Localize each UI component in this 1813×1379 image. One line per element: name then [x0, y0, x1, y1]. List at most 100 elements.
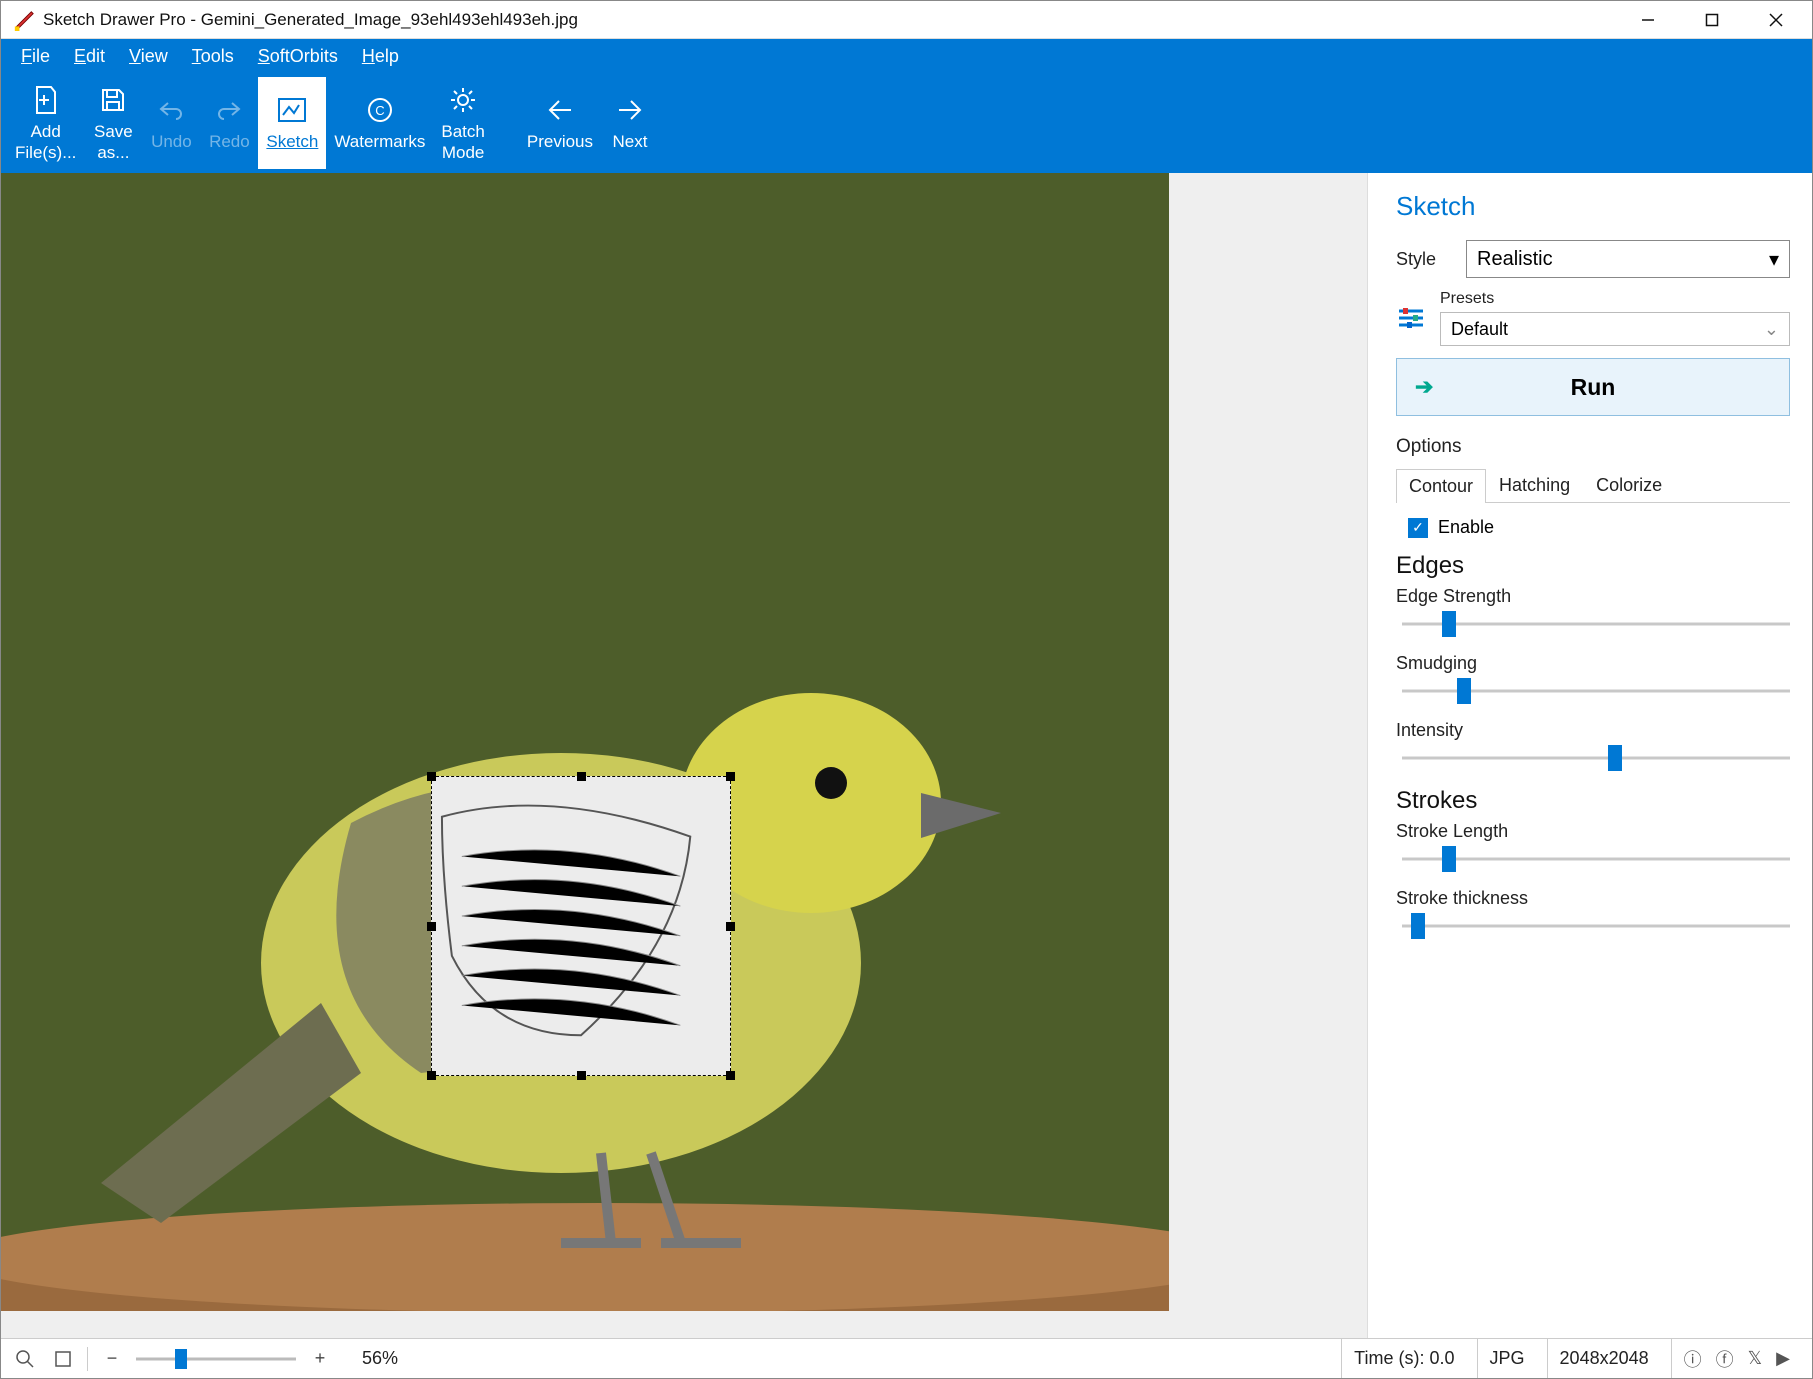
batch-mode-label: Batch Mode	[441, 121, 484, 164]
add-file-icon	[33, 83, 59, 117]
edges-title: Edges	[1396, 552, 1790, 580]
stroke-thickness-slider[interactable]	[1402, 915, 1790, 937]
stroke-length-slider[interactable]	[1402, 848, 1790, 870]
slider-thumb[interactable]	[175, 1349, 187, 1369]
previous-button[interactable]: Previous	[519, 77, 601, 169]
intensity-label: Intensity	[1396, 720, 1790, 741]
sketch-preview-selection[interactable]	[431, 776, 731, 1076]
undo-icon	[158, 93, 184, 127]
save-as-label: Save as...	[94, 121, 133, 164]
zoom-slider[interactable]	[136, 1349, 296, 1369]
slider-thumb[interactable]	[1457, 678, 1471, 704]
menu-help[interactable]: Help	[350, 42, 411, 71]
bird-image	[1, 173, 1169, 1311]
info-icon[interactable]: ⓘ	[1684, 1346, 1702, 1372]
stroke-length-label: Stroke Length	[1396, 821, 1790, 842]
format-cell: JPG	[1477, 1339, 1537, 1378]
slider-thumb[interactable]	[1608, 745, 1622, 771]
options-label: Options	[1396, 436, 1790, 458]
zoom-out-button[interactable]: −	[98, 1345, 126, 1373]
presets-value: Default	[1451, 319, 1508, 340]
slider-thumb[interactable]	[1442, 611, 1456, 637]
tab-colorize[interactable]: Colorize	[1583, 468, 1675, 502]
style-label: Style	[1396, 249, 1452, 270]
smudging-slider[interactable]	[1402, 680, 1790, 702]
zoom-actual-icon[interactable]	[11, 1345, 39, 1373]
title-bar: Sketch Drawer Pro - Gemini_Generated_Ima…	[1, 1, 1812, 39]
redo-label: Redo	[209, 131, 250, 152]
smudging-label: Smudging	[1396, 653, 1790, 674]
menu-tools[interactable]: Tools	[180, 42, 246, 71]
arrow-left-icon	[547, 93, 573, 127]
next-label: Next	[613, 131, 648, 152]
enable-checkbox[interactable]: ✓	[1408, 518, 1428, 538]
minimize-button[interactable]	[1616, 1, 1680, 39]
selection-handle[interactable]	[577, 772, 586, 781]
selection-handle[interactable]	[726, 922, 735, 931]
undo-button[interactable]: Undo	[142, 77, 200, 169]
toolbar: Add File(s)... Save as... Undo Redo Sket…	[1, 73, 1812, 173]
dimensions-cell: 2048x2048	[1547, 1339, 1661, 1378]
selection-handle[interactable]	[726, 772, 735, 781]
save-as-button[interactable]: Save as...	[84, 77, 142, 169]
style-select[interactable]: Realistic ▾	[1466, 240, 1790, 278]
canvas-pane	[1, 173, 1367, 1338]
time-cell: Time (s): 0.0	[1341, 1339, 1466, 1378]
style-value: Realistic	[1477, 248, 1553, 271]
sketch-icon	[277, 93, 307, 127]
tab-hatching[interactable]: Hatching	[1486, 468, 1583, 502]
zoom-fit-icon[interactable]	[49, 1345, 77, 1373]
redo-button[interactable]: Redo	[200, 77, 258, 169]
batch-mode-button[interactable]: Batch Mode	[433, 77, 492, 169]
undo-label: Undo	[151, 131, 192, 152]
main-area: Sketch Style Realistic ▾ Presets Default…	[1, 173, 1812, 1338]
menu-bar: File Edit View Tools SoftOrbits Help	[1, 39, 1812, 73]
arrow-right-icon	[617, 93, 643, 127]
social-links: ⓘ ⓕ 𝕏 ▶	[1671, 1339, 1802, 1378]
close-button[interactable]	[1744, 1, 1808, 39]
add-files-label: Add File(s)...	[15, 121, 76, 164]
options-tabs: Contour Hatching Colorize	[1396, 468, 1790, 503]
add-files-button[interactable]: Add File(s)...	[7, 77, 84, 169]
zoom-text: 56%	[362, 1348, 398, 1369]
presets-label: Presets	[1440, 290, 1790, 308]
run-label: Run	[1571, 374, 1616, 401]
sketch-button[interactable]: Sketch	[258, 77, 326, 169]
edge-strength-slider[interactable]	[1402, 613, 1790, 635]
chevron-down-icon: ▾	[1769, 247, 1779, 272]
youtube-icon[interactable]: ▶	[1776, 1348, 1790, 1369]
redo-icon	[216, 93, 242, 127]
slider-thumb[interactable]	[1411, 913, 1425, 939]
panel-title: Sketch	[1396, 191, 1790, 222]
selection-handle[interactable]	[577, 1071, 586, 1080]
menu-softorbits[interactable]: SoftOrbits	[246, 42, 350, 71]
menu-file[interactable]: File	[9, 42, 62, 71]
next-button[interactable]: Next	[601, 77, 659, 169]
twitter-icon[interactable]: 𝕏	[1748, 1348, 1763, 1369]
menu-view[interactable]: View	[117, 42, 180, 71]
run-button[interactable]: ➔ Run	[1396, 358, 1790, 416]
settings-panel: Sketch Style Realistic ▾ Presets Default…	[1367, 173, 1812, 1338]
app-icon	[13, 9, 35, 31]
enable-label: Enable	[1438, 517, 1494, 538]
app-title: Sketch Drawer Pro - Gemini_Generated_Ima…	[43, 10, 578, 30]
sketch-label: Sketch	[266, 131, 318, 152]
selection-handle[interactable]	[726, 1071, 735, 1080]
app-window: Sketch Drawer Pro - Gemini_Generated_Ima…	[0, 0, 1813, 1379]
svg-text:C: C	[375, 103, 384, 118]
maximize-button[interactable]	[1680, 1, 1744, 39]
tab-contour[interactable]: Contour	[1396, 469, 1486, 503]
watermarks-button[interactable]: C Watermarks	[326, 77, 433, 169]
zoom-in-button[interactable]: +	[306, 1345, 334, 1373]
intensity-slider[interactable]	[1402, 747, 1790, 769]
selection-handle[interactable]	[427, 1071, 436, 1080]
facebook-icon[interactable]: ⓕ	[1716, 1346, 1734, 1372]
previous-label: Previous	[527, 131, 593, 152]
image-canvas[interactable]	[1, 173, 1169, 1311]
selection-handle[interactable]	[427, 922, 436, 931]
slider-thumb[interactable]	[1442, 846, 1456, 872]
selection-handle[interactable]	[427, 772, 436, 781]
presets-select[interactable]: Default ⌄	[1440, 312, 1790, 346]
sliders-icon[interactable]	[1396, 303, 1426, 333]
menu-edit[interactable]: Edit	[62, 42, 117, 71]
